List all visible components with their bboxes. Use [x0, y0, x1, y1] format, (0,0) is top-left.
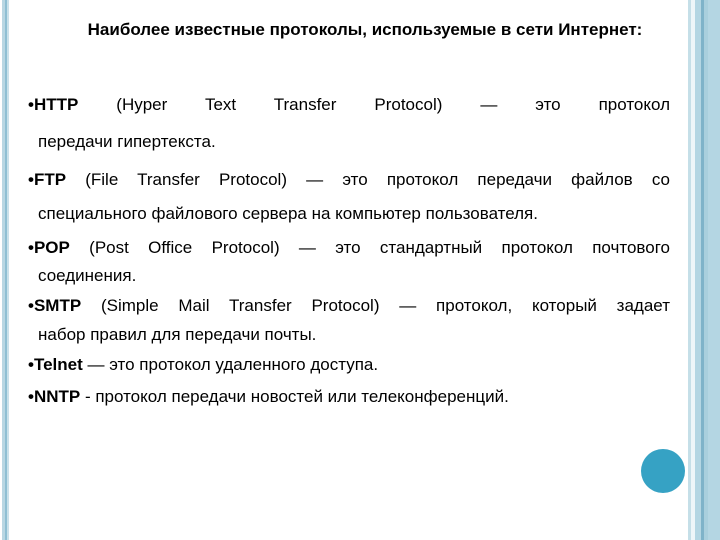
protocol-description: — это протокол удаленного доступа. [82, 355, 379, 374]
protocol-keyword: NNTP [33, 387, 81, 406]
protocol-description: (Post Office Protocol) — это стандартный… [69, 238, 670, 257]
list-item-line: •SMTP (Simple Mail Transfer Protocol) — … [28, 291, 670, 321]
list-item-line: •Telnet — это протокол удаленного доступ… [28, 350, 670, 380]
accent-circle-icon [641, 449, 685, 493]
protocol-description-continuation: набор правил для передачи почты. [38, 325, 317, 344]
protocol-keyword: HTTP [33, 95, 79, 114]
protocol-keyword: FTP [33, 170, 67, 189]
list-item-line: •NNTP - протокол передачи новостей или т… [28, 382, 670, 412]
list-item-smtp: •SMTP (Simple Mail Transfer Protocol) — … [28, 291, 670, 350]
protocol-description: (File Transfer Protocol) — это протокол … [66, 170, 670, 189]
left-decorative-border [0, 0, 12, 540]
protocol-description-continuation: передачи гипертекста. [38, 132, 216, 151]
protocol-keyword: Telnet [33, 355, 83, 374]
protocol-description: - протокол передачи новостей или телекон… [80, 387, 509, 406]
list-item-nntp: •NNTP - протокол передачи новостей или т… [28, 382, 670, 412]
list-item-line: •HTTP (Hyper Text Transfer Protocol) — э… [28, 90, 670, 120]
border-stripe [704, 0, 708, 540]
protocol-keyword: SMTP [33, 296, 82, 315]
protocol-keyword: POP [33, 238, 70, 257]
list-item-telnet: •Telnet — это протокол удаленного доступ… [28, 350, 670, 380]
list-item-ftp: •FTP (File Transfer Protocol) — это прот… [28, 165, 670, 229]
list-item-line: •FTP (File Transfer Protocol) — это прот… [28, 165, 670, 195]
border-stripe [7, 0, 9, 540]
protocol-description-continuation: специального файлового сервера на компью… [38, 204, 538, 223]
list-item-http: •HTTP (Hyper Text Transfer Protocol) — э… [28, 90, 670, 157]
right-decorative-border [686, 0, 720, 540]
slide-title: Наиболее известные протоколы, используем… [87, 20, 643, 39]
list-item-pop: •POP (Post Office Protocol) — это станда… [28, 233, 670, 291]
list-item-line: •POP (Post Office Protocol) — это станда… [28, 233, 670, 263]
protocol-description: (Simple Mail Transfer Protocol) — проток… [81, 296, 670, 315]
protocol-list: •HTTP (Hyper Text Transfer Protocol) — э… [28, 90, 670, 412]
protocol-description-continuation: соединения. [38, 266, 137, 285]
protocol-description: (Hyper Text Transfer Protocol) — это про… [78, 95, 670, 114]
